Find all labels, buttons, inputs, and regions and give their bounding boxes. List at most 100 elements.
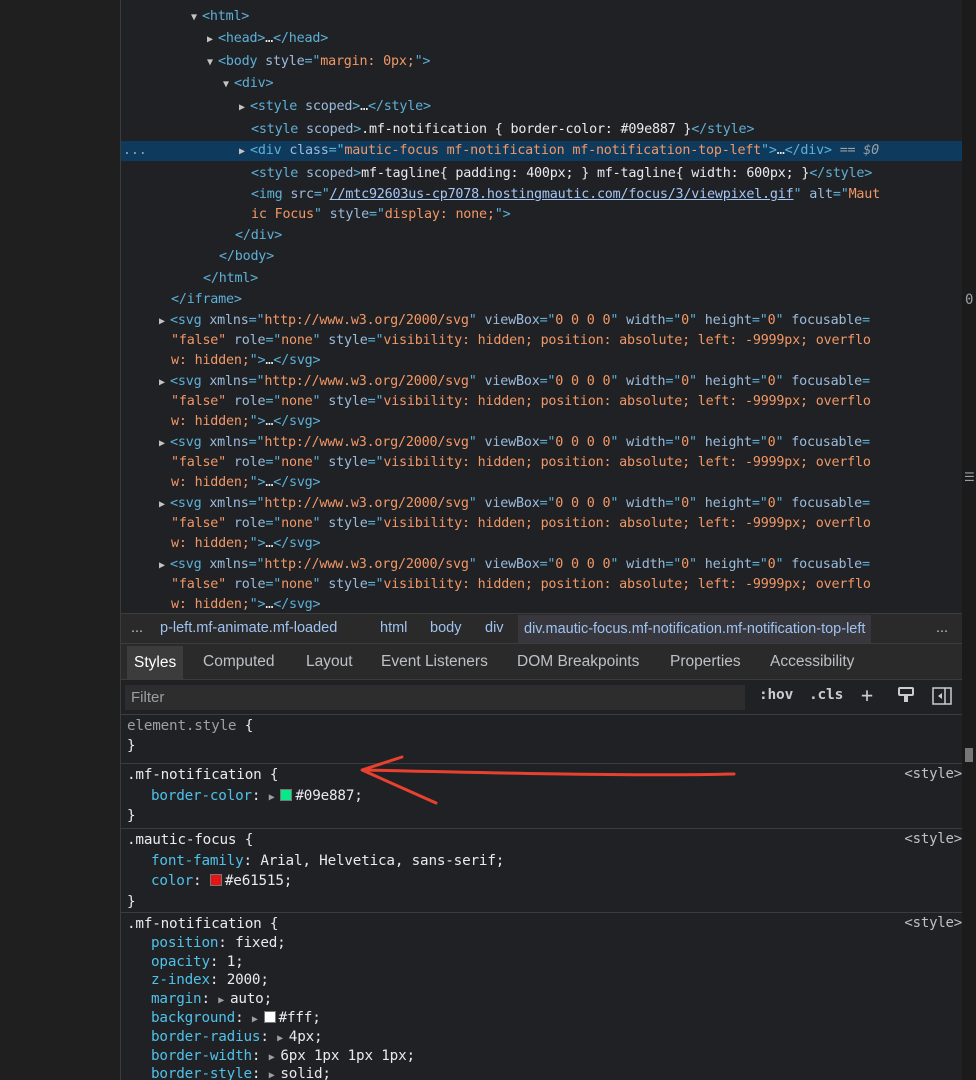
expand-shorthand-icon[interactable]: ▶ — [269, 792, 281, 803]
dom-token-val: 0 — [681, 557, 689, 572]
dom-token-attr: class — [281, 143, 329, 158]
property-value[interactable]: 2000; — [227, 972, 269, 988]
dom-token-tag: <svg — [170, 435, 202, 450]
dom-token-link[interactable]: //mtc92603us-cp7078.hostingmautic.com/fo… — [330, 187, 794, 202]
property-name[interactable]: background — [151, 1010, 235, 1026]
css-declaration[interactable]: color: #e61515; — [151, 872, 292, 891]
elements-tree[interactable]: ▼ <html> ▶ <head>…</head> ▼ <body style="marg… — [121, 0, 962, 613]
breadcrumb-more-left[interactable]: ... — [131, 620, 143, 636]
css-declaration[interactable]: border-radius: ▶ 4px; — [151, 1028, 323, 1047]
expand-triangle-icon[interactable]: ▶ — [207, 30, 218, 50]
breadcrumb-item-selected[interactable]: div.mautic-focus.mf-notification.mf-noti… — [518, 615, 872, 643]
collapse-triangle-icon[interactable]: ▼ — [223, 75, 234, 95]
breadcrumb-item-div[interactable]: div — [485, 620, 504, 636]
expand-shorthand-icon[interactable]: ▶ — [277, 1033, 289, 1044]
property-value[interactable]: auto; — [230, 991, 272, 1007]
property-name[interactable]: border-color — [151, 788, 252, 804]
tab-accessibility[interactable]: Accessibility — [770, 653, 854, 671]
property-name[interactable]: z-index — [151, 972, 210, 988]
css-rule[interactable]: .mautic-focus { <style> font-family: Arial… — [121, 829, 962, 913]
expand-triangle-icon[interactable]: ▶ — [159, 312, 170, 332]
dom-token-tag: =" — [248, 374, 265, 389]
expand-triangle-icon[interactable]: ▶ — [159, 373, 170, 393]
dom-token-tag: " — [468, 313, 477, 328]
cls-toggle[interactable]: .cls — [809, 687, 843, 703]
expand-shorthand-icon[interactable]: ▶ — [218, 995, 230, 1006]
css-declaration[interactable]: border-width: ▶ 6px 1px 1px 1px; — [151, 1047, 415, 1066]
expand-shorthand-icon[interactable]: ▶ — [269, 1052, 281, 1063]
color-swatch[interactable] — [209, 874, 222, 886]
expand-triangle-icon[interactable]: ▶ — [239, 142, 250, 162]
property-value[interactable]: fixed; — [235, 935, 286, 951]
dom-token-tag: =" — [367, 577, 384, 592]
property-value[interactable]: 1; — [227, 954, 244, 970]
scrollbar-thumb[interactable] — [965, 748, 973, 762]
toggle-sidebar-icon[interactable] — [932, 687, 952, 709]
css-declaration[interactable]: margin: ▶ auto; — [151, 990, 272, 1009]
resize-handle-icon[interactable]: ☰ — [964, 470, 975, 484]
expand-triangle-icon[interactable]: ▶ — [159, 495, 170, 515]
dom-token-val: 0 — [767, 374, 776, 389]
tab-styles[interactable]: Styles — [127, 646, 184, 680]
dom-token-val: none — [281, 455, 313, 470]
dom-token-tag: </svg> — [273, 414, 321, 429]
property-name[interactable]: font-family — [151, 853, 244, 869]
node-actions-ellipsis[interactable]: ... — [123, 141, 147, 161]
filter-input[interactable] — [125, 685, 745, 710]
property-name[interactable]: color — [151, 873, 193, 889]
property-name[interactable]: position — [151, 935, 218, 951]
property-name[interactable]: opacity — [151, 954, 210, 970]
paint-brush-icon[interactable] — [897, 686, 915, 708]
dom-token-val: w: hidden; — [171, 597, 250, 612]
expand-shorthand-icon[interactable]: ▶ — [269, 1070, 281, 1080]
property-name[interactable]: border-style — [151, 1066, 252, 1080]
collapse-triangle-icon[interactable]: ▼ — [207, 53, 218, 73]
dom-token-val: 0 0 0 0 — [555, 374, 611, 389]
property-value[interactable]: #e61515; — [225, 873, 292, 889]
rule-source-link[interactable]: <style> — [904, 766, 962, 782]
property-name[interactable]: border-radius — [151, 1029, 261, 1045]
breadcrumb-item[interactable]: p-left.mf-animate.mf-loaded — [160, 620, 337, 636]
new-rule-button[interactable]: + — [861, 683, 873, 707]
rule-source-link[interactable]: <style> — [904, 915, 962, 931]
dom-token-tag: =" — [367, 333, 384, 348]
property-value[interactable]: 4px; — [289, 1029, 323, 1045]
dom-node-selected[interactable]: ▶ <div class="mautic-focus mf-notificatio… — [121, 141, 962, 161]
expand-triangle-icon[interactable]: ▶ — [159, 556, 170, 576]
expand-triangle-icon[interactable]: ▶ — [239, 98, 250, 118]
rule-source-link[interactable]: <style> — [904, 831, 962, 847]
css-declaration[interactable]: font-family: Arial, Helvetica, sans-seri… — [151, 852, 504, 871]
css-rule[interactable]: .mf-notification {<style> position: fixed… — [121, 913, 962, 1080]
css-declaration[interactable]: background: ▶ #fff; — [151, 1009, 321, 1028]
property-value[interactable]: 6px 1px 1px 1px; — [280, 1048, 415, 1064]
property-value[interactable]: Arial, Helvetica, sans-serif; — [260, 853, 504, 869]
breadcrumb-item-html[interactable]: html — [380, 620, 407, 636]
css-declaration[interactable]: z-index: 2000; — [151, 971, 269, 990]
expand-shorthand-icon[interactable]: ▶ — [252, 1014, 264, 1025]
property-value[interactable]: #fff; — [279, 1010, 321, 1026]
css-declaration[interactable]: opacity: 1; — [151, 953, 244, 972]
rule-selector: .mautic-focus { — [127, 832, 254, 848]
color-swatch[interactable] — [280, 788, 293, 801]
dom-token-tag: =" — [248, 313, 265, 328]
css-declaration[interactable]: border-color: ▶ #09e887; — [151, 787, 363, 806]
breadcrumb-more-right[interactable]: ... — [936, 620, 948, 636]
tab-properties[interactable]: Properties — [670, 653, 741, 671]
collapse-triangle-icon[interactable]: ▼ — [191, 8, 202, 28]
dom-token-dollar: == $0 — [831, 143, 880, 158]
tab-layout[interactable]: Layout — [306, 653, 353, 671]
breadcrumb-item-body[interactable]: body — [430, 620, 461, 636]
hov-toggle[interactable]: :hov — [759, 687, 793, 703]
tab-dom-breakpoints[interactable]: DOM Breakpoints — [517, 653, 639, 671]
property-value[interactable]: solid; — [280, 1066, 331, 1080]
color-swatch[interactable] — [263, 1011, 276, 1023]
property-name[interactable]: border-width — [151, 1048, 252, 1064]
tab-event-listeners[interactable]: Event Listeners — [381, 653, 488, 671]
css-declaration[interactable]: border-style: ▶ solid; — [151, 1065, 331, 1080]
tab-computed[interactable]: Computed — [203, 653, 275, 671]
property-name[interactable]: margin — [151, 991, 202, 1007]
dom-token-tag: <body — [218, 54, 258, 69]
dom-token-tag: =" — [265, 516, 282, 531]
css-declaration[interactable]: position: fixed; — [151, 934, 286, 953]
expand-triangle-icon[interactable]: ▶ — [159, 434, 170, 454]
